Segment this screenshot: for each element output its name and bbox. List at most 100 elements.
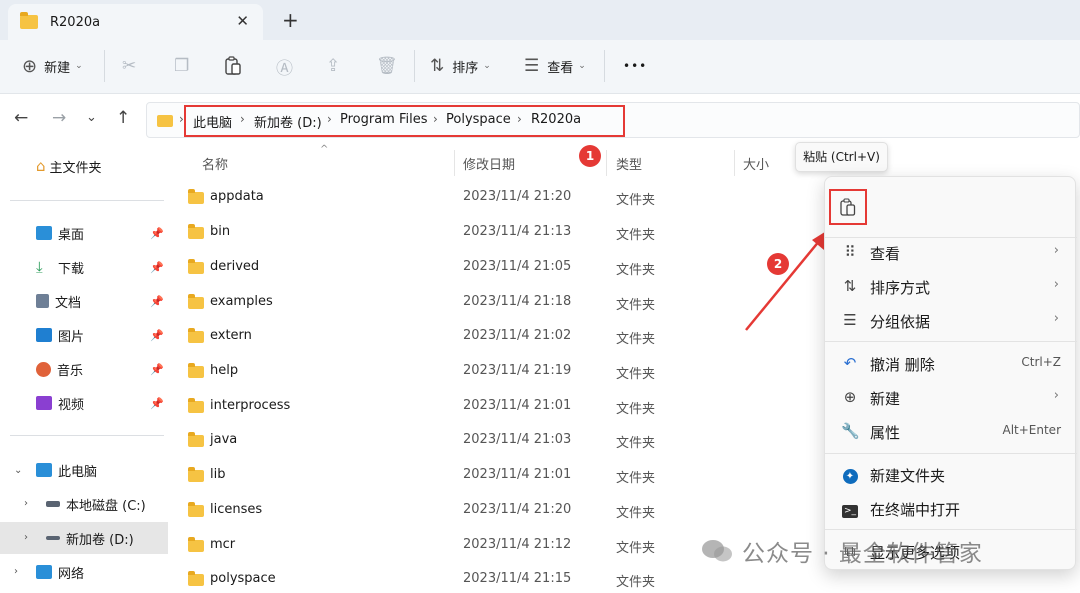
folder-icon xyxy=(188,432,204,447)
breadcrumb-this-pc[interactable]: 此电脑 xyxy=(193,112,232,131)
menu-item-new[interactable]: ⊕ 新建 › xyxy=(825,380,1077,414)
sidebar-item-music[interactable]: 音乐 📌 xyxy=(0,353,168,385)
table-row[interactable]: help 2023/11/4 21:19 文件夹 xyxy=(168,354,818,388)
chevron-right-icon[interactable]: › xyxy=(14,566,18,577)
sidebar-item-documents[interactable]: 文档 📌 xyxy=(0,285,168,317)
column-header-size[interactable]: 大小 xyxy=(743,154,769,173)
menu-item-properties[interactable]: 🔧 属性 Alt+Enter xyxy=(825,414,1077,448)
menu-item-view[interactable]: ⠿ 查看 › xyxy=(825,235,1077,269)
pin-icon[interactable]: 📌 xyxy=(150,295,164,308)
folder-icon xyxy=(188,259,204,274)
recent-dropdown-icon[interactable]: ⌄ xyxy=(86,110,97,125)
chevron-down-icon: ⌄ xyxy=(483,61,491,71)
delete-button[interactable]: 🗑 xyxy=(376,52,398,80)
sort-label: 排序 xyxy=(452,60,479,76)
table-row[interactable]: derived 2023/11/4 21:05 文件夹 xyxy=(168,250,818,284)
column-header-name[interactable]: 名称 xyxy=(202,154,228,173)
sidebar-item-videos[interactable]: 视频 📌 xyxy=(0,387,168,419)
close-icon[interactable]: ✕ xyxy=(236,12,249,30)
rename-icon: Ⓐ xyxy=(276,58,293,79)
sidebar-item-home[interactable]: ⌂ 主文件夹 xyxy=(0,150,168,182)
table-row[interactable]: appdata 2023/11/4 21:20 文件夹 xyxy=(168,180,818,214)
sidebar-item-this-pc[interactable]: ⌄ 此电脑 xyxy=(0,454,168,486)
cut-button[interactable]: ✂ xyxy=(122,52,136,80)
table-row[interactable]: extern 2023/11/4 21:02 文件夹 xyxy=(168,319,818,353)
pin-icon[interactable]: 📌 xyxy=(150,329,164,342)
forward-icon[interactable]: → xyxy=(52,108,66,128)
view-button[interactable]: ☰ 查看 ⌄ xyxy=(524,52,586,80)
breadcrumb-program-files[interactable]: Program Files xyxy=(340,112,428,127)
address-bar[interactable]: › 此电脑 › 新加卷 (D:) › Program Files › Polys… xyxy=(146,102,1080,138)
table-row[interactable]: interprocess 2023/11/4 21:01 文件夹 xyxy=(168,389,818,423)
chevron-right-icon[interactable]: › xyxy=(24,498,28,509)
menu-divider xyxy=(825,341,1077,342)
plus-circle-icon: ⊕ xyxy=(22,55,38,77)
menu-label: 在终端中打开 xyxy=(870,501,961,519)
share-icon: ⇪ xyxy=(326,56,341,76)
share-button[interactable]: ⇪ xyxy=(326,52,340,80)
chevron-right-icon[interactable]: › xyxy=(24,532,28,543)
file-date: 2023/11/4 21:19 xyxy=(463,363,572,378)
menu-shortcut: Alt+Enter xyxy=(1002,423,1061,437)
paste-icon xyxy=(840,197,856,216)
up-icon[interactable]: ↑ xyxy=(116,108,130,128)
sidebar-item-drive-c[interactable]: › 本地磁盘 (C:) xyxy=(0,488,168,520)
pin-icon[interactable]: 📌 xyxy=(150,261,164,274)
table-row[interactable]: examples 2023/11/4 21:18 文件夹 xyxy=(168,285,818,319)
breadcrumb-drive-d[interactable]: 新加卷 (D:) xyxy=(254,112,322,131)
chevron-right-icon: › xyxy=(1053,388,1059,403)
menu-item-group-by[interactable]: ☰ 分组依据 › xyxy=(825,303,1077,337)
pin-icon[interactable]: 📌 xyxy=(150,397,164,410)
folder-icon xyxy=(157,115,173,127)
column-divider[interactable] xyxy=(734,150,735,176)
breadcrumb-r2020a[interactable]: R2020a xyxy=(531,112,581,127)
divider xyxy=(604,50,605,82)
watermark-text: 公众号 · 最全软件管家 xyxy=(742,541,983,567)
copy-button[interactable]: ❐ xyxy=(174,52,189,80)
tab-r2020a[interactable]: R2020a ✕ xyxy=(8,4,263,40)
file-name: examples xyxy=(210,294,273,309)
menu-item-new-folder[interactable]: ✦ 新建文件夹 xyxy=(825,457,1077,491)
chevron-down-icon[interactable]: ⌄ xyxy=(14,465,22,476)
pin-icon[interactable]: 📌 xyxy=(150,363,164,376)
sidebar-item-desktop[interactable]: 桌面 📌 xyxy=(0,217,168,249)
column-divider[interactable] xyxy=(606,150,607,176)
file-name: java xyxy=(210,432,238,447)
file-type: 文件夹 xyxy=(616,193,656,208)
copy-icon: ❐ xyxy=(174,56,190,76)
column-divider[interactable] xyxy=(454,150,455,176)
file-name: bin xyxy=(210,224,231,239)
sidebar-item-drive-d[interactable]: › 新加卷 (D:) xyxy=(0,522,168,554)
column-header-type[interactable]: 类型 xyxy=(616,154,642,173)
sidebar-label: 本地磁盘 (C:) xyxy=(66,498,146,514)
file-name: derived xyxy=(210,259,260,274)
file-type: 文件夹 xyxy=(616,367,656,382)
table-row[interactable]: licenses 2023/11/4 21:20 文件夹 xyxy=(168,493,818,527)
sidebar-item-network[interactable]: › 网络 xyxy=(0,556,168,588)
menu-item-sort-by[interactable]: ⇅ 排序方式 › xyxy=(825,269,1077,303)
menu-item-undo-delete[interactable]: ↶ 撤消 删除 Ctrl+Z xyxy=(825,346,1077,380)
rename-button[interactable]: Ⓐ xyxy=(276,52,293,80)
sort-icon: ⇅ xyxy=(843,277,857,295)
breadcrumb-polyspace[interactable]: Polyspace xyxy=(446,112,511,127)
table-row[interactable]: lib 2023/11/4 21:01 文件夹 xyxy=(168,458,818,492)
table-row[interactable]: java 2023/11/4 21:03 文件夹 xyxy=(168,423,818,457)
new-button[interactable]: ⊕ 新建 ⌄ xyxy=(22,52,83,80)
column-header-date[interactable]: 修改日期 xyxy=(463,154,515,173)
paste-button[interactable] xyxy=(224,52,242,80)
folder-icon xyxy=(188,537,204,552)
back-icon[interactable]: ← xyxy=(14,108,28,128)
file-name: lib xyxy=(210,467,226,482)
add-tab-icon[interactable]: + xyxy=(282,8,299,32)
sidebar-label: 音乐 xyxy=(57,363,84,379)
pin-icon[interactable]: 📌 xyxy=(150,227,164,240)
file-name: extern xyxy=(210,328,252,343)
sidebar-item-downloads[interactable]: ⤓ 下载 📌 xyxy=(0,251,168,283)
context-paste-button[interactable] xyxy=(829,189,867,225)
menu-item-open-terminal[interactable]: >_ 在终端中打开 xyxy=(825,491,1077,525)
sort-button[interactable]: ⇅ 排序 ⌄ xyxy=(430,52,491,80)
more-button[interactable]: ••• xyxy=(623,52,647,80)
sidebar-item-pictures[interactable]: 图片 📌 xyxy=(0,319,168,351)
table-row[interactable]: bin 2023/11/4 21:13 文件夹 xyxy=(168,215,818,249)
new-folder-icon: ✦ xyxy=(841,465,859,484)
